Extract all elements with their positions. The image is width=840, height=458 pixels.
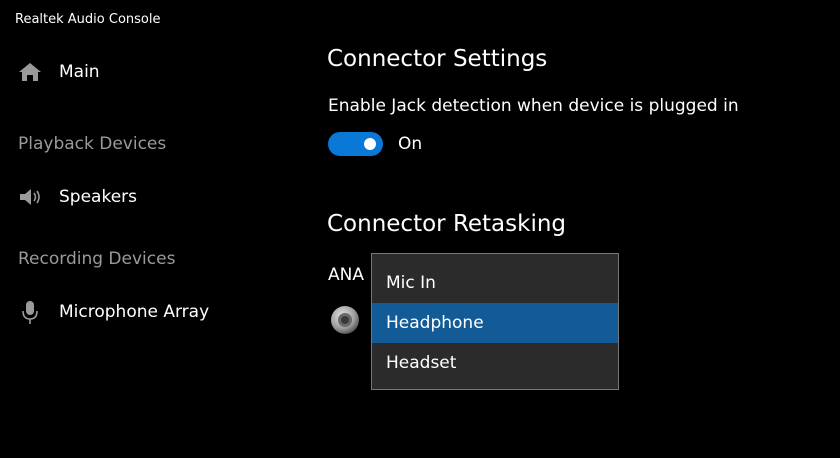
realtek-audio-console-window: Realtek Audio Console Main Playback Devi… bbox=[0, 0, 840, 458]
sidebar-item-speakers-label: Speakers bbox=[59, 187, 138, 207]
dropdown-option-headset[interactable]: Headset bbox=[372, 343, 618, 383]
sidebar-item-main[interactable]: Main bbox=[16, 57, 100, 87]
sidebar-item-speakers[interactable]: Speakers bbox=[16, 182, 137, 212]
microphone-icon bbox=[16, 298, 44, 326]
audio-jack-icon bbox=[331, 306, 359, 334]
window-title: Realtek Audio Console bbox=[15, 12, 161, 27]
jack-detection-state: On bbox=[398, 134, 423, 154]
speaker-icon bbox=[16, 183, 44, 211]
sidebar-item-microphone-array[interactable]: Microphone Array bbox=[16, 297, 209, 327]
playback-devices-heading: Playback Devices bbox=[18, 134, 167, 154]
toggle-knob bbox=[364, 138, 376, 150]
home-icon bbox=[16, 58, 44, 86]
dropdown-option-headphone[interactable]: Headphone bbox=[372, 303, 618, 343]
dropdown-option-mic-in[interactable]: Mic In bbox=[372, 263, 618, 303]
jack-detection-label: Enable Jack detection when device is plu… bbox=[328, 96, 739, 116]
sidebar-item-main-label: Main bbox=[59, 62, 100, 82]
connector-settings-heading: Connector Settings bbox=[327, 46, 548, 72]
analog-label: ANA bbox=[328, 265, 364, 285]
recording-devices-heading: Recording Devices bbox=[18, 249, 176, 269]
sidebar-item-microphone-array-label: Microphone Array bbox=[59, 302, 210, 322]
jack-detection-toggle[interactable] bbox=[328, 132, 383, 156]
connector-retasking-heading: Connector Retasking bbox=[327, 211, 567, 237]
retasking-dropdown-menu: Mic In Headphone Headset bbox=[371, 253, 619, 390]
